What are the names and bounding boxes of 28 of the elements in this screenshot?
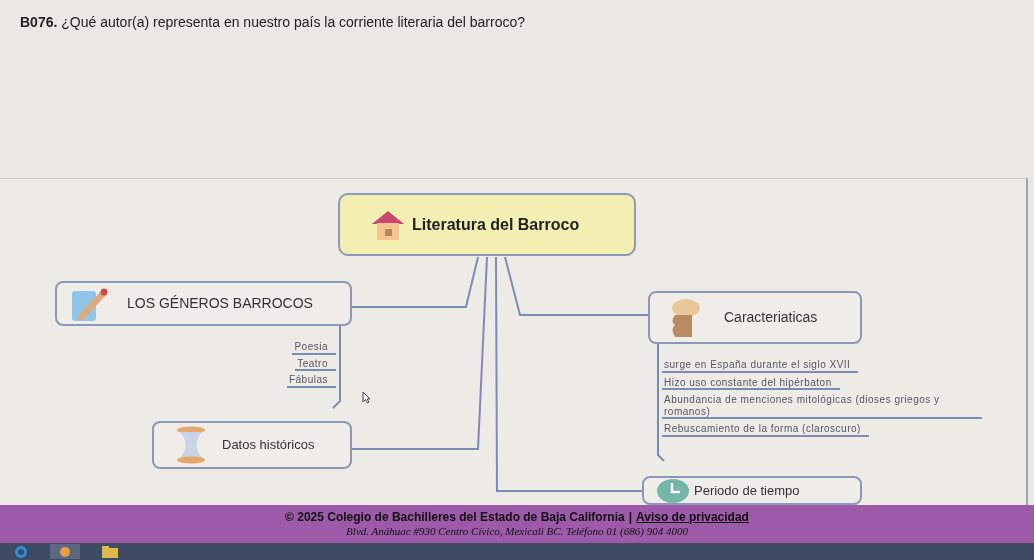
- subtopic-text: Fábulas: [286, 374, 336, 388]
- address-text: Blvd. Anáhuac #930 Centro Cívico, Mexicali BC. Teléfono 01 (686) 904 4000: [346, 524, 688, 539]
- copyright-text: © 2025 Colegio de Bachilleres del Estado de Baja California: [285, 509, 625, 525]
- subtopic-text: Abundancia de menciones mitológicas (dioses griegos y romanos): [662, 394, 982, 419]
- topic-label: Caracteriaticas: [724, 308, 818, 327]
- subtopic-text: Rebuscamiento de la forma (claroscuro): [662, 423, 869, 437]
- topic-node[interactable]: LOS GÉNEROS BARROCOS: [55, 281, 352, 326]
- topic-node[interactable]: Periodo de tiempo: [642, 476, 862, 505]
- topic-label: Periodo de tiempo: [694, 481, 800, 500]
- subtopic-text: Teatro: [295, 357, 336, 371]
- separator-text: |: [628, 509, 632, 525]
- topic-label: LOS GÉNEROS BARROCOS: [127, 294, 313, 313]
- privacy-link[interactable]: Aviso de privacidad: [636, 509, 749, 525]
- subtopic-text: Hizo uso constante del hipérbaton: [662, 376, 840, 390]
- cursor-icon: [362, 391, 371, 404]
- clock-icon: [656, 477, 690, 504]
- root-node[interactable]: Literatura del Barroco: [338, 193, 636, 256]
- app-icon[interactable]: [50, 544, 80, 559]
- browser-icon[interactable]: [14, 544, 28, 559]
- question-text: B076. ¿Qué autor(a) representa en nuestro país la corriente literaria del barroco?: [20, 13, 527, 32]
- topic-label: Datos históricos: [222, 436, 315, 455]
- subtopic-text: Poesia: [292, 341, 336, 355]
- topic-node[interactable]: Datos históricos: [152, 421, 352, 469]
- root-label: Literatura del Barroco: [412, 214, 580, 235]
- folder-icon[interactable]: [102, 545, 118, 558]
- hourglass-icon: [174, 426, 208, 464]
- subtopic-text: surge en España durante el siglo XVII: [662, 359, 859, 373]
- topic-node[interactable]: Caracteriaticas: [648, 291, 862, 344]
